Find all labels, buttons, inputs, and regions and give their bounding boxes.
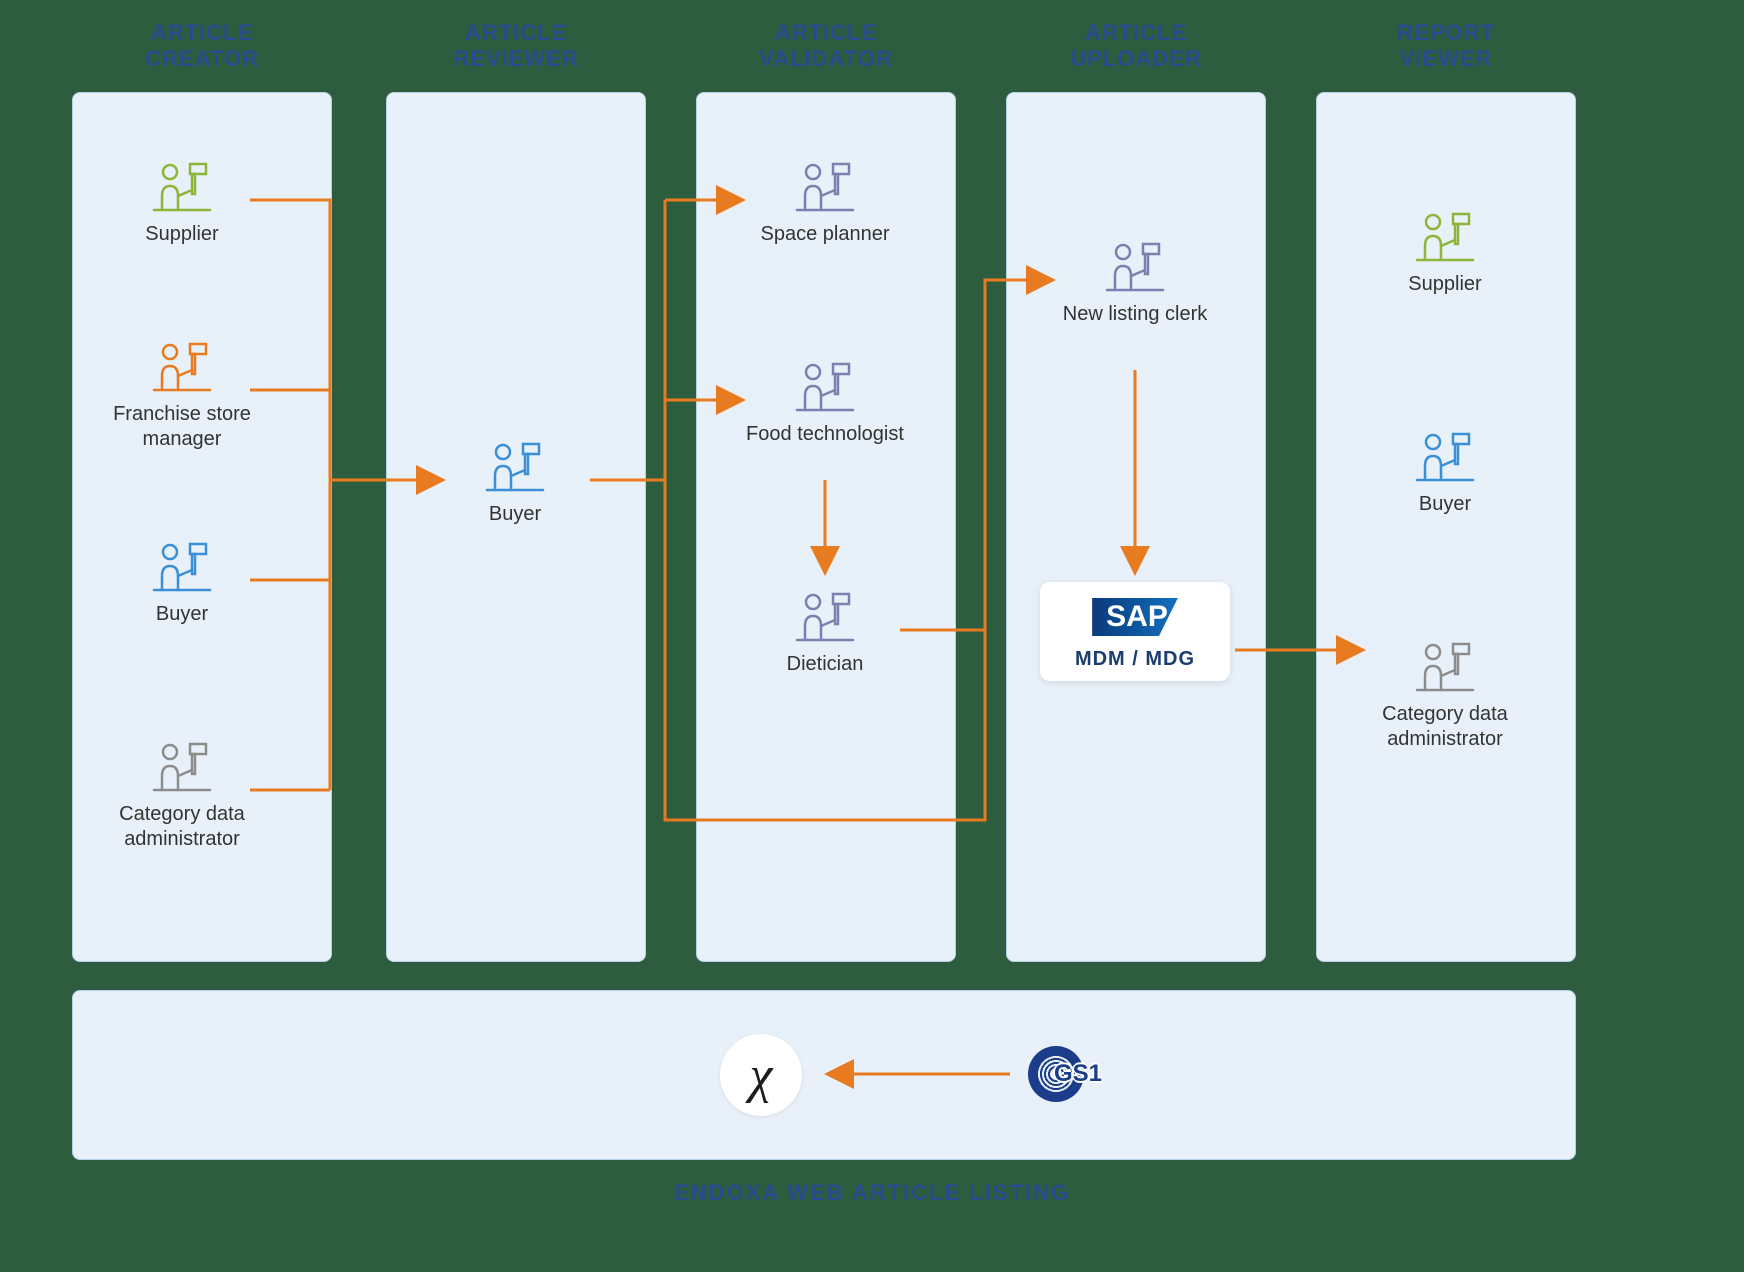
column-header-report-viewer: REPORTVIEWERREPORT VIEWER: [1316, 20, 1576, 73]
role-dietician: Dietician: [720, 590, 930, 677]
panel-uploader: [1006, 92, 1266, 962]
person-at-desk-icon: [1411, 210, 1479, 266]
role-label: Supplier: [145, 223, 218, 245]
sap-logo: SAP: [1092, 598, 1178, 636]
role-label: Buyer: [1419, 493, 1471, 515]
person-at-desk-icon: [148, 340, 216, 396]
role-supplier-viewer: Supplier: [1350, 210, 1540, 297]
person-at-desk-icon: [148, 740, 216, 796]
role-label: Food technologist: [746, 423, 904, 445]
role-label: Category data administrator: [1382, 703, 1508, 750]
role-buyer-viewer: Buyer: [1350, 430, 1540, 517]
person-at-desk-icon: [148, 540, 216, 596]
gs1-icon: GS1: [1028, 1046, 1084, 1102]
column-header-creator: ARTICLEARTICLE CREATORCREATOR: [72, 20, 332, 73]
person-at-desk-icon: [1101, 240, 1169, 296]
person-at-desk-icon: [481, 440, 549, 496]
panel-footer: [72, 990, 1576, 1160]
person-at-desk-icon: [1411, 640, 1479, 696]
role-buyer-reviewer: Buyer: [420, 440, 610, 527]
role-buyer-creator: Buyer: [92, 540, 272, 627]
footer-title: ENDOXA WEB ARTICLE LISTING: [0, 1180, 1744, 1206]
role-label: New listing clerk: [1063, 303, 1207, 325]
role-label: Buyer: [489, 503, 541, 525]
sap-card: SAP MDM / MDG: [1040, 582, 1230, 681]
role-category-data-admin-creator: Category data administrator: [92, 740, 272, 852]
role-label: Supplier: [1408, 273, 1481, 295]
column-header-reviewer: ARTICLEREVIEWERARTICLE REVIEWER: [386, 20, 646, 73]
role-category-data-admin-viewer: Category data administrator: [1350, 640, 1540, 752]
role-new-listing-clerk: New listing clerk: [1040, 240, 1230, 327]
gs1-label: GS1: [1054, 1060, 1102, 1088]
role-label: Franchise store manager: [113, 403, 251, 450]
role-food-technologist: Food technologist: [720, 360, 930, 447]
workflow-diagram: ARTICLEARTICLE CREATORCREATOR ARTICLEREV…: [0, 0, 1744, 1272]
role-space-planner: Space planner: [720, 160, 930, 247]
person-at-desk-icon: [791, 360, 859, 416]
person-at-desk-icon: [791, 590, 859, 646]
person-at-desk-icon: [148, 160, 216, 216]
role-label: Buyer: [156, 603, 208, 625]
column-header-uploader: ARTICLEUPLOADERARTICLE UPLOADER: [1006, 20, 1266, 73]
role-label: Dietician: [787, 653, 864, 675]
person-at-desk-icon: [1411, 430, 1479, 486]
role-supplier: Supplier: [92, 160, 272, 247]
sap-subtitle: MDM / MDG: [1040, 648, 1230, 671]
chi-icon: χ: [720, 1034, 802, 1116]
role-label: Category data administrator: [119, 803, 245, 850]
column-header-validator: ARTICLEVALIDATORARTICLE VALIDATOR: [696, 20, 956, 73]
panel-reviewer: [386, 92, 646, 962]
role-label: Space planner: [761, 223, 890, 245]
role-franchise-store-manager: Franchise store manager: [92, 340, 272, 452]
person-at-desk-icon: [791, 160, 859, 216]
